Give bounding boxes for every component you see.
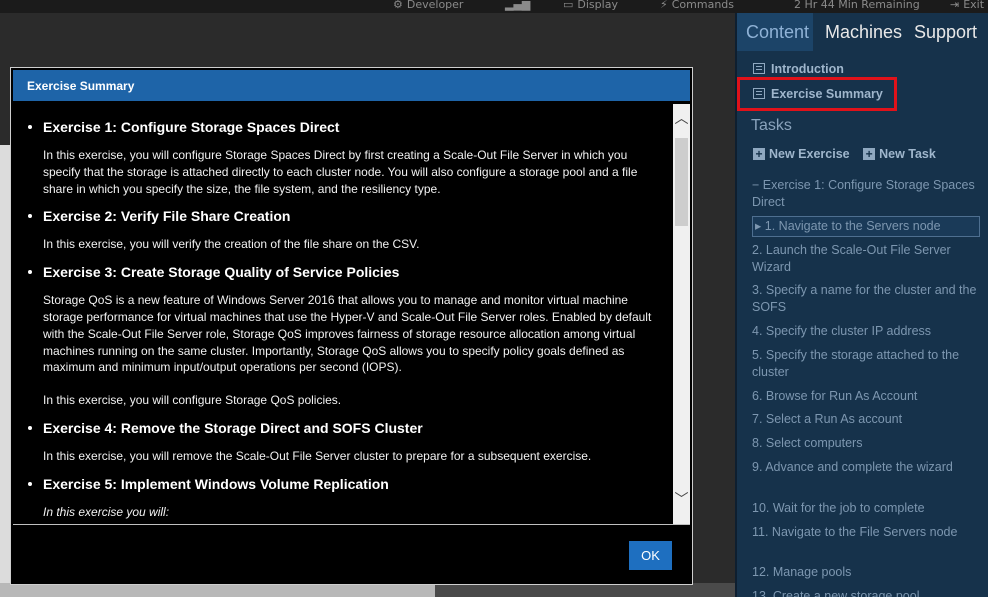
task-item[interactable]: 3. Specify a name for the cluster and th…	[752, 282, 980, 316]
new-exercise-button[interactable]: + New Exercise	[753, 147, 850, 161]
dialog-title: Exercise Summary	[13, 70, 690, 101]
exit-button[interactable]: ⇥ Exit	[950, 0, 984, 11]
time-remaining: 2 Hr 44 Min Remaining	[794, 0, 920, 11]
exercise-header[interactable]: − Exercise 1: Configure Storage Spaces D…	[752, 177, 980, 211]
exercise-description: In this exercise, you will remove the Sc…	[43, 448, 592, 463]
tab-content[interactable]: Content	[746, 22, 809, 43]
exercise-description: In this exercise, you will configure Sto…	[43, 393, 342, 408]
task-item[interactable]: 5. Specify the storage attached to the c…	[752, 347, 980, 381]
exercise-description: In this exercise you will:	[43, 504, 170, 519]
exercise-summary-dialog: Exercise Summary Exercise 1: Configure S…	[10, 67, 693, 585]
exercise-description: In this exercise, you will verify the cr…	[43, 237, 420, 252]
introduction-link[interactable]: Introduction	[753, 62, 844, 76]
ok-button[interactable]: OK	[629, 541, 672, 570]
task-item[interactable]: 2. Launch the Scale-Out File Server Wiza…	[752, 242, 980, 276]
monitor-icon: ▭	[563, 0, 574, 11]
task-item-selected[interactable]: ▸ 1. Navigate to the Servers node	[752, 216, 980, 237]
play-icon: ▸	[755, 219, 762, 233]
exercise-title: Exercise 2: Verify File Share Creation	[25, 207, 665, 225]
exercise-title: Exercise 5: Implement Windows Volume Rep…	[25, 475, 665, 493]
tab-machines[interactable]: Machines	[825, 22, 902, 43]
plus-icon: +	[753, 148, 765, 160]
task-item[interactable]: 10. Wait for the job to complete	[752, 500, 980, 517]
commands-menu[interactable]: ⚡ Commands	[660, 0, 734, 11]
task-item[interactable]: 8. Select computers	[752, 435, 980, 452]
list-icon	[753, 63, 765, 74]
lab-instructions-panel: Content Machines Support Introduction Ex…	[737, 13, 988, 597]
display-menu[interactable]: ▭ Display	[563, 0, 618, 11]
plus-icon: +	[863, 148, 876, 160]
developer-menu[interactable]: ⚙ Developer	[393, 0, 463, 11]
tasks-heading: Tasks	[751, 117, 792, 134]
exercise-description: Storage QoS is a new feature of Windows …	[43, 293, 652, 375]
new-task-button[interactable]: + New Task	[863, 147, 936, 161]
task-item[interactable]: 9. Advance and complete the wizard	[752, 459, 980, 476]
vm-window-edge	[0, 145, 10, 597]
exercise-title: Exercise 3: Create Storage Quality of Se…	[25, 263, 665, 281]
vm-taskbar	[0, 583, 435, 597]
scroll-down-icon[interactable]: ﹀	[673, 492, 690, 509]
lightning-icon: ⚡	[660, 0, 668, 11]
exit-icon: ⇥	[950, 0, 960, 11]
task-item[interactable]: 7. Select a Run As account	[752, 411, 980, 428]
gear-icon: ⚙	[393, 0, 403, 11]
task-item[interactable]: 6. Browse for Run As Account	[752, 388, 980, 405]
exercise-description: In this exercise, you will configure Sto…	[43, 148, 638, 196]
vm-taskbar-dark	[435, 583, 735, 597]
task-item[interactable]: 11. Navigate to the File Servers node	[752, 524, 980, 541]
panel-tabs: Content Machines Support	[737, 13, 988, 51]
top-toolbar: ⚙ Developer ▂▄▆ ▭ Display ⚡ Commands 2 Hr 4…	[0, 0, 988, 13]
highlight-box	[737, 77, 897, 111]
scroll-up-icon[interactable]: ︿	[673, 111, 690, 128]
exercise-title: Exercise 4: Remove the Storage Direct an…	[25, 419, 665, 437]
scrollbar-thumb[interactable]	[675, 138, 688, 226]
tab-support[interactable]: Support	[914, 22, 977, 43]
dialog-scrollbar[interactable]: ︿ ﹀	[673, 104, 690, 524]
exercise-title: Exercise 1: Configure Storage Spaces Dir…	[25, 118, 665, 136]
task-item[interactable]: 4. Specify the cluster IP address	[752, 323, 980, 340]
task-item[interactable]: 12. Manage pools	[752, 564, 980, 581]
task-actions: + New Exercise + New Task	[753, 147, 936, 161]
signal-icon[interactable]: ▂▄▆	[505, 0, 530, 11]
dialog-body[interactable]: Exercise 1: Configure Storage Spaces Dir…	[13, 104, 690, 525]
task-item[interactable]: 13. Create a new storage pool	[752, 588, 980, 597]
